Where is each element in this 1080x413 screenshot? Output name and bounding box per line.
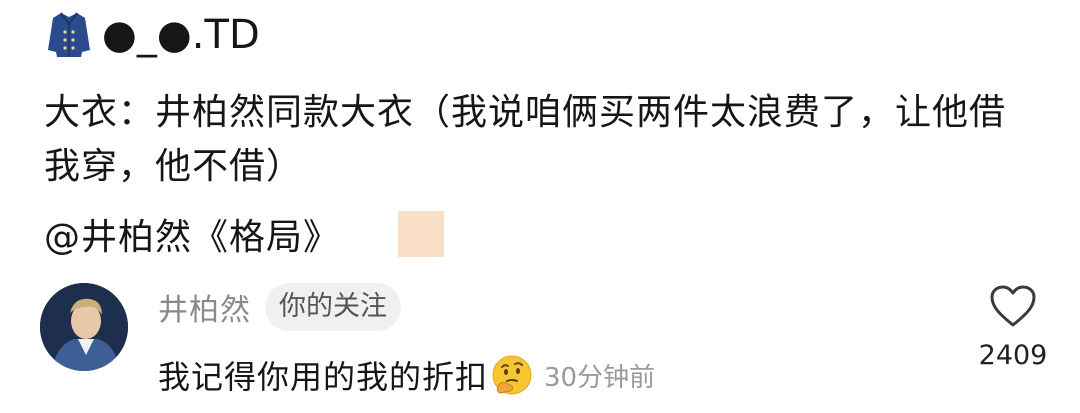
comment-text: 我记得你用的我的折扣 (158, 358, 489, 396)
post-body-text: 大衣：井柏然同款大衣（我说咱俩买两件太浪费了，让他借我穿，他不借） (44, 92, 1007, 187)
like-count: 2409 (978, 340, 1048, 371)
mention-row: @井柏然《格局》 (44, 208, 445, 260)
comment-body: 我记得你用的我的折扣 30分钟前 (158, 350, 655, 400)
post-header: ●_●.TD (44, 10, 260, 60)
thinking-face-emoji-icon (490, 353, 534, 397)
emoji-placeholder-icon (398, 211, 445, 257)
post-author-name[interactable]: ●_●.TD (102, 10, 260, 60)
comment-timestamp: 30分钟前 (544, 362, 656, 393)
commenter-avatar[interactable] (40, 283, 128, 371)
comment-header: 井柏然 你的关注 (158, 282, 401, 332)
commenter-name[interactable]: 井柏然 (158, 285, 251, 329)
like-button[interactable] (978, 280, 1048, 336)
coat-icon (44, 10, 94, 60)
following-badge: 你的关注 (265, 283, 401, 331)
mention-link[interactable]: @井柏然《格局》 (44, 208, 340, 260)
heart-outline-icon[interactable] (988, 283, 1038, 333)
